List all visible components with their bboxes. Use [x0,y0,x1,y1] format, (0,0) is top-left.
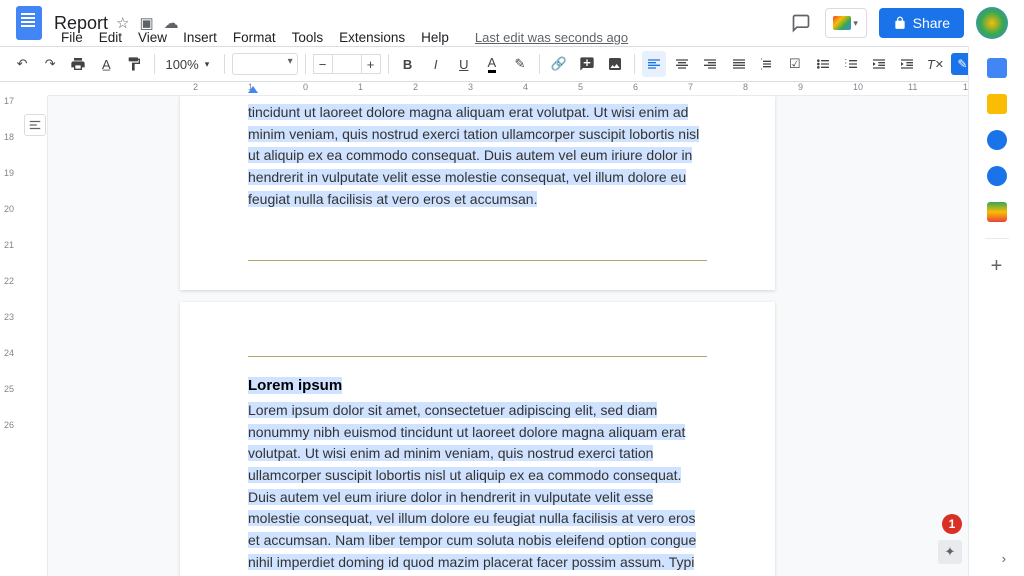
bullet-list-icon[interactable] [811,51,835,77]
comment-add-icon[interactable] [575,51,599,77]
font-size-input[interactable] [333,54,361,74]
align-center-icon[interactable] [670,51,694,77]
spellcheck-icon[interactable]: A̲ [94,51,118,77]
share-button[interactable]: Share [879,8,964,38]
decrease-indent-icon[interactable] [867,51,891,77]
docs-logo[interactable] [16,6,42,40]
align-right-icon[interactable] [698,51,722,77]
decrease-font-icon[interactable]: − [313,54,333,74]
keep-icon[interactable] [987,94,1007,114]
contacts-icon[interactable] [987,166,1007,186]
print-icon[interactable] [66,51,90,77]
calendar-icon[interactable] [987,58,1007,78]
tasks-icon[interactable] [987,130,1007,150]
italic-icon[interactable]: I [424,51,448,77]
paint-format-icon[interactable] [122,51,146,77]
menu-tools[interactable]: Tools [285,28,331,47]
comments-icon[interactable] [789,11,813,35]
underline-icon[interactable]: U [452,51,476,77]
last-edit-link[interactable]: Last edit was seconds ago [468,28,635,47]
selected-text[interactable]: tincidunt ut laoreet dolore magna aliqua… [248,104,699,207]
menubar: File Edit View Insert Format Tools Exten… [54,28,635,47]
side-panel: + › [968,46,1024,576]
menu-help[interactable]: Help [414,28,456,47]
font-family-select[interactable] [232,53,297,75]
maps-icon[interactable] [987,202,1007,222]
menu-insert[interactable]: Insert [176,28,224,47]
menu-file[interactable]: File [54,28,90,47]
indent-marker[interactable] [248,86,258,93]
horizontal-rule [248,260,707,261]
image-icon[interactable] [603,51,627,77]
outline-toggle-icon[interactable] [24,114,46,136]
horizontal-ruler[interactable]: 21012345678910111213141516171819 [48,82,968,96]
line-spacing-icon[interactable] [755,51,779,77]
menu-extensions[interactable]: Extensions [332,28,412,47]
text-color-icon[interactable]: A [480,51,504,77]
undo-icon[interactable]: ↶ [10,51,34,77]
align-left-icon[interactable] [642,51,666,77]
toolbar: ↶ ↷ A̲ 100%▾ − + B I U A ✎ 🔗 ☑ T✕ ✎ ▾ ˆ [0,46,1024,82]
document-page[interactable]: tincidunt ut laoreet dolore magna aliqua… [180,96,775,290]
align-justify-icon[interactable] [727,51,751,77]
explore-icon[interactable]: ✦ [938,540,962,564]
numbered-list-icon[interactable] [839,51,863,77]
menu-format[interactable]: Format [226,28,283,47]
clear-format-icon[interactable]: T✕ [923,51,947,77]
checklist-icon[interactable]: ☑ [783,51,807,77]
highlight-icon[interactable]: ✎ [508,51,532,77]
vertical-ruler[interactable]: 17181920212223242526 [0,96,48,576]
horizontal-rule [248,356,707,357]
menu-view[interactable]: View [131,28,174,47]
account-avatar[interactable] [976,7,1008,39]
selected-heading[interactable]: Lorem ipsum [248,377,342,394]
share-label: Share [913,15,950,31]
bold-icon[interactable]: B [396,51,420,77]
increase-indent-icon[interactable] [895,51,919,77]
notification-badge[interactable]: 1 [942,514,962,534]
redo-icon[interactable]: ↷ [38,51,62,77]
zoom-select[interactable]: 100%▾ [161,57,217,72]
add-addon-icon[interactable]: + [991,255,1003,278]
document-page[interactable]: Lorem ipsum Lorem ipsum dolor sit amet, … [180,302,775,576]
increase-font-icon[interactable]: + [361,54,381,74]
menu-edit[interactable]: Edit [92,28,129,47]
meet-button[interactable]: ▾ [825,8,867,38]
link-icon[interactable]: 🔗 [547,51,571,77]
expand-panel-icon[interactable]: › [1002,551,1006,566]
selected-text[interactable]: Lorem ipsum dolor sit amet, consectetuer… [248,402,698,576]
